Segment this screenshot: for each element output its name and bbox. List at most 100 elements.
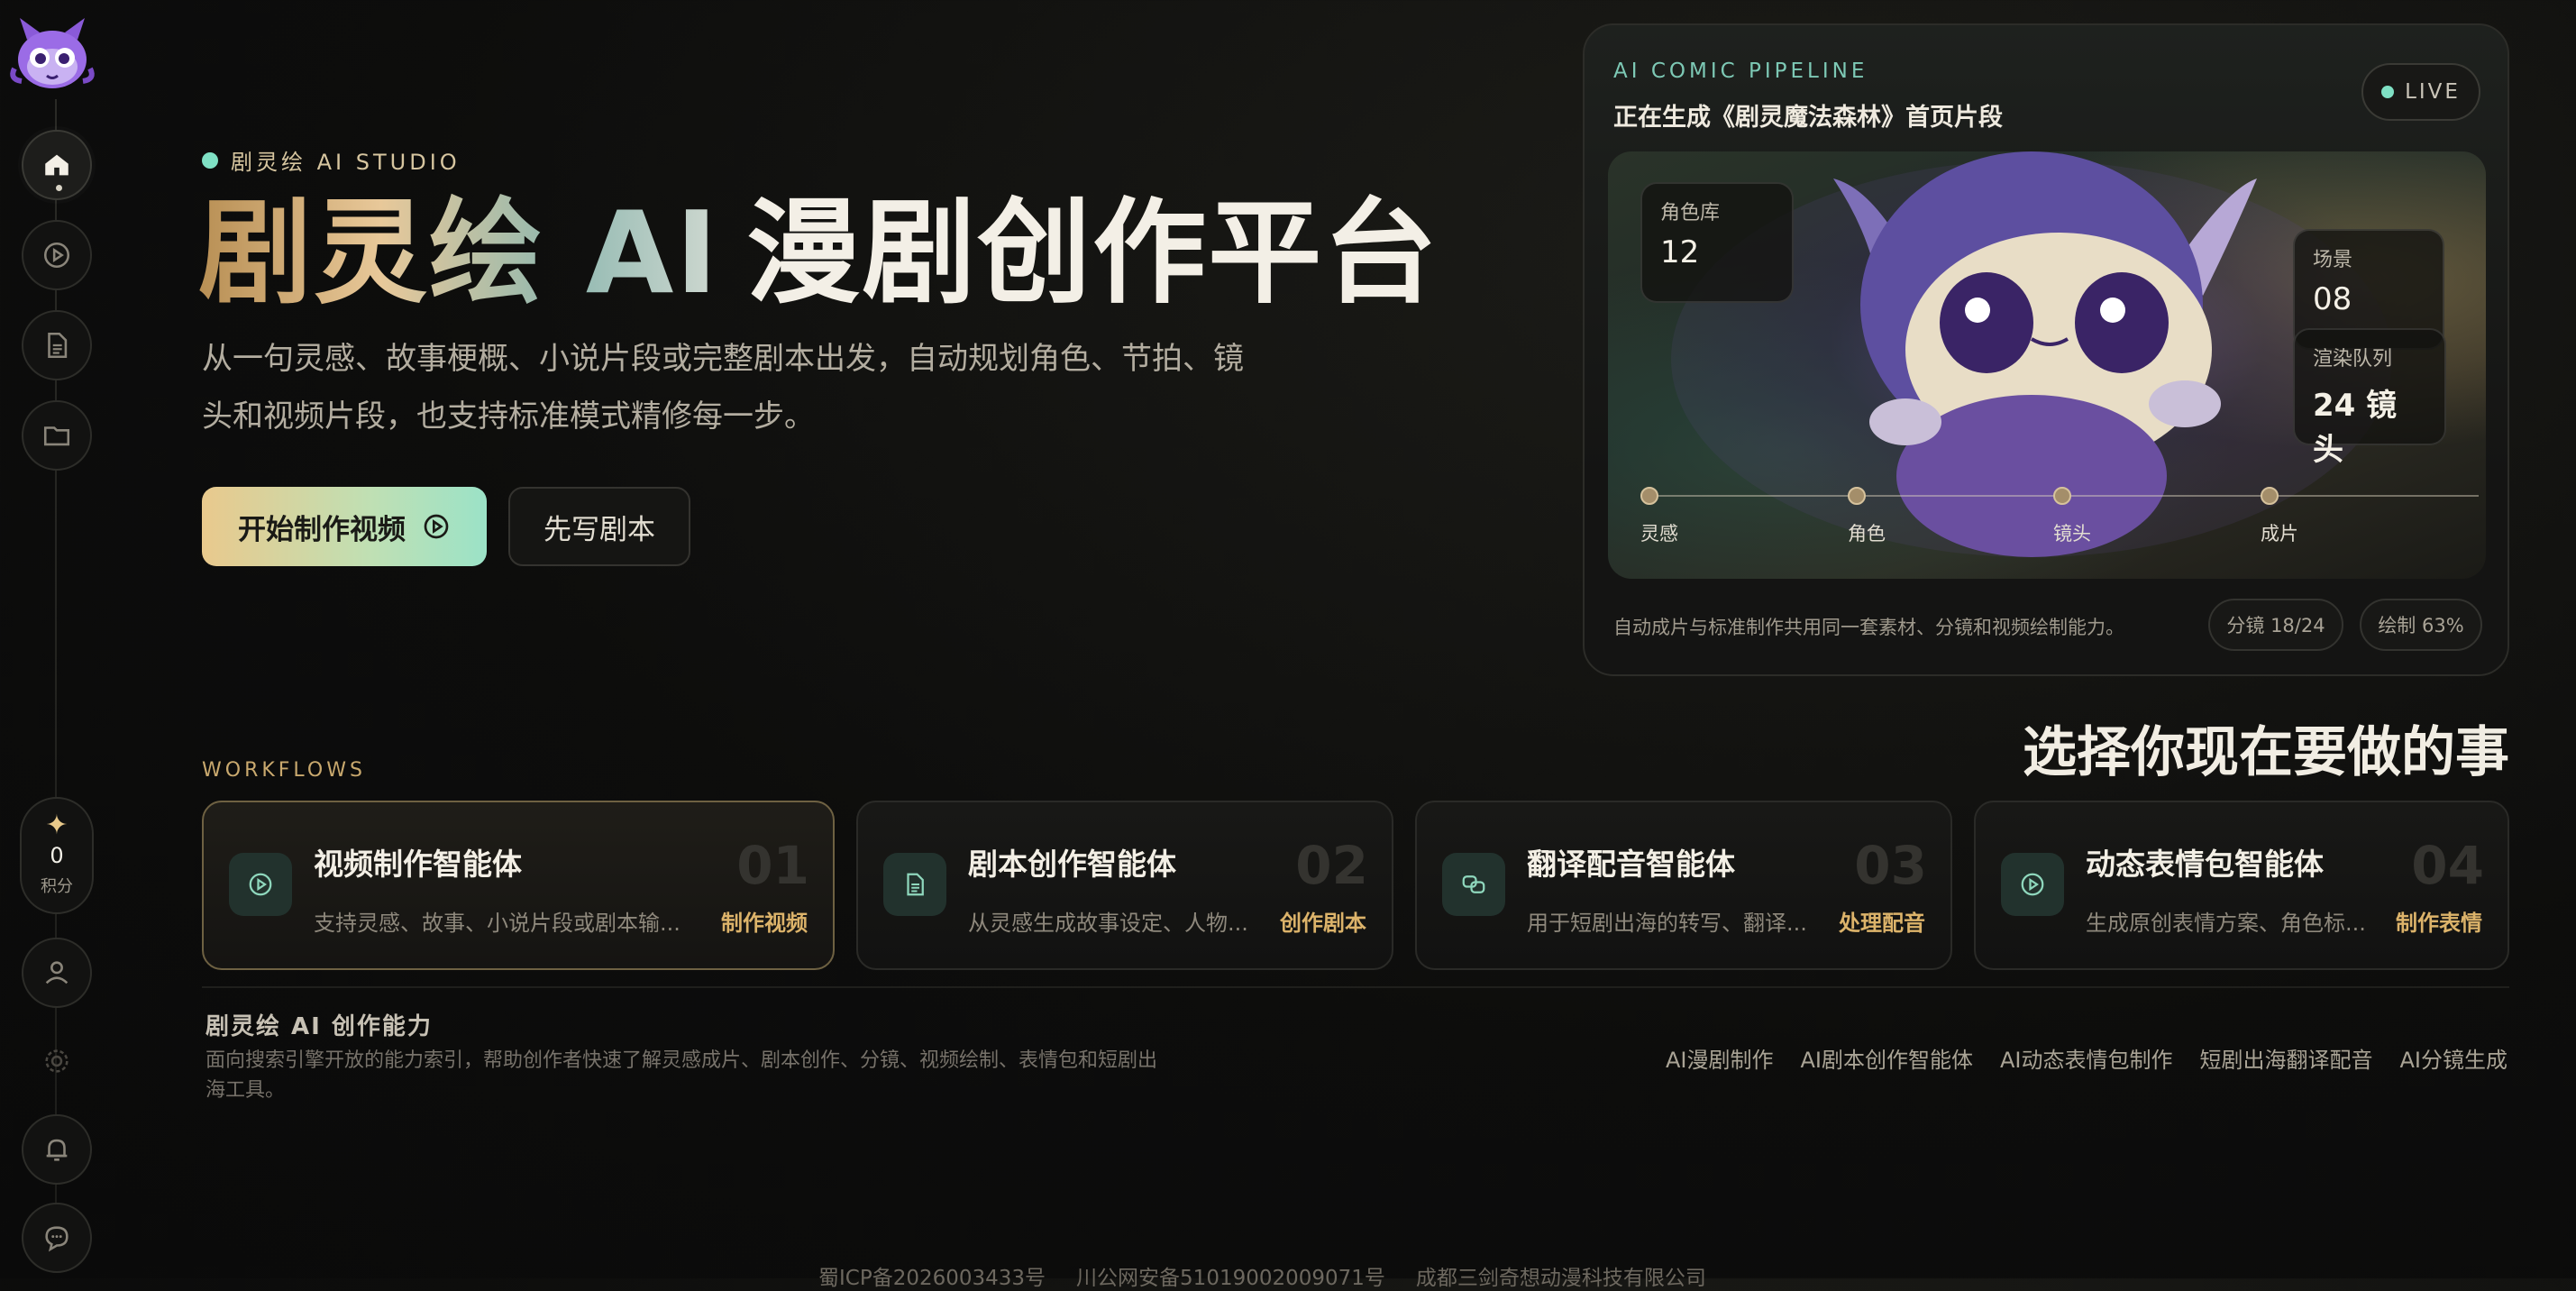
- card-action[interactable]: 制作表情: [2396, 905, 2482, 937]
- messages-button[interactable]: [22, 1203, 92, 1273]
- home-icon: [45, 154, 69, 176]
- section-divider: [202, 986, 2509, 988]
- step-label: 镜头: [2053, 523, 2091, 545]
- document-icon: [48, 332, 68, 359]
- active-indicator: [56, 185, 62, 191]
- live-badge: LIVE: [2361, 63, 2480, 121]
- capability-link[interactable]: AI动态表情包制作: [2000, 1042, 2173, 1074]
- render-queue-stat: 渲染队列 24 镜头: [2293, 328, 2446, 468]
- studio-tag-label: 剧灵绘 AI STUDIO: [231, 150, 461, 175]
- footer-legal: 蜀ICP备2026003433号 川公网安备51019002009071号 成都…: [818, 1260, 1706, 1291]
- card-action[interactable]: 创作剧本: [1280, 905, 1366, 937]
- translate-icon: [1462, 875, 1485, 893]
- preview-scene: 角色库 12 场景 08 渲染队列 24 镜头 灵感 角色 镜头 成片: [1608, 151, 2486, 579]
- folder-icon: [43, 426, 70, 446]
- step-label: 灵感: [1640, 523, 1678, 545]
- police-record-link[interactable]: 川公网安备51019002009071号: [1076, 1260, 1385, 1291]
- stat-label: 渲染队列: [2313, 348, 2393, 371]
- card-action[interactable]: 处理配音: [1839, 905, 1925, 937]
- stat-value: 12: [1660, 234, 1700, 270]
- play-circle-icon: [424, 514, 449, 539]
- profile-button[interactable]: [22, 938, 92, 1008]
- pipeline-panel: AI COMIC PIPELINE 正在生成《剧灵魔法森林》首页片段 LIVE …: [1583, 23, 2509, 676]
- play-circle-icon: [2021, 873, 2044, 896]
- icp-link[interactable]: 蜀ICP备2026003433号: [818, 1260, 1046, 1291]
- page-title-brand: 剧灵绘 AI: [198, 187, 720, 319]
- hero-description: 从一句灵感、故事梗概、小说片段或完整剧本出发，自动规划角色、节拍、镜头和视频片段…: [202, 341, 1244, 435]
- step-label: 成片: [2261, 523, 2298, 545]
- capability-link[interactable]: AI剧本创作智能体: [1801, 1042, 1974, 1074]
- nav-play-button[interactable]: [22, 220, 92, 290]
- card-icon: [883, 853, 946, 916]
- points-counter[interactable]: ✦ 0 积分: [20, 797, 94, 914]
- capability-links: AI漫剧制作 AI剧本创作智能体 AI动态表情包制作 短剧出海翻译配音 AI分镜…: [1666, 1042, 2507, 1074]
- capability-link[interactable]: 短剧出海翻译配音: [2200, 1042, 2373, 1074]
- card-description: 用于短剧出海的转写、翻译...: [1527, 911, 1807, 936]
- step-final: 成片: [2261, 487, 2298, 546]
- bell-icon: [46, 1139, 68, 1161]
- workflows-kicker: WORKFLOWS: [202, 759, 366, 782]
- points-value: 0: [50, 843, 64, 868]
- document-icon: [907, 873, 924, 896]
- step-node: [2053, 487, 2071, 505]
- card-icon: [229, 853, 292, 916]
- storyboard-progress-chip: 分镜 18/24: [2208, 599, 2343, 651]
- mascot-logo[interactable]: [7, 13, 97, 103]
- play-circle-icon: [249, 873, 272, 896]
- start-video-label: 开始制作视频: [238, 513, 406, 546]
- step-node: [1640, 487, 1658, 505]
- studio-tag: 剧灵绘 AI STUDIO: [202, 144, 461, 176]
- workflow-card-dubbing[interactable]: 翻译配音智能体 03 用于短剧出海的转写、翻译... 处理配音: [1415, 801, 1952, 970]
- workflow-card-script[interactable]: 剧本创作智能体 02 从灵感生成故事设定、人物... 创作剧本: [856, 801, 1393, 970]
- points-label: 积分: [41, 877, 73, 896]
- pipeline-kicker: AI COMIC PIPELINE: [1613, 60, 1868, 83]
- card-icon: [1442, 853, 1505, 916]
- card-description: 从灵感生成故事设定、人物...: [968, 911, 1248, 936]
- workflow-card-video[interactable]: 视频制作智能体 01 支持灵感、故事、小说片段或剧本输... 制作视频: [202, 801, 835, 970]
- card-title: 视频制作智能体: [314, 847, 522, 882]
- user-icon: [45, 961, 69, 984]
- notifications-button[interactable]: [22, 1114, 92, 1185]
- step-node: [1848, 487, 1866, 505]
- settings-button[interactable]: [22, 1026, 92, 1096]
- character-library-stat: 角色库 12: [1640, 182, 1794, 303]
- play-circle-icon: [43, 242, 70, 269]
- stat-label: 角色库: [1660, 202, 1721, 224]
- chat-icon: [45, 1226, 69, 1252]
- page-title-main: 漫剧创作平台: [746, 187, 1439, 319]
- pipeline-footer: 自动成片与标准制作共用同一套素材、分镜和视频绘制能力。: [1613, 617, 2124, 638]
- capabilities-description: 面向搜索引擎开放的能力索引，帮助创作者快速了解灵感成片、剧本创作、分镜、视频绘制…: [206, 1049, 1158, 1102]
- step-node: [2261, 487, 2279, 505]
- card-icon: [2001, 853, 2064, 916]
- pipeline-title: 正在生成《剧灵魔法森林》首页片段: [1613, 104, 2003, 132]
- company-name: 成都三剑奇想动漫科技有限公司: [1415, 1267, 1706, 1290]
- capability-link[interactable]: AI分镜生成: [2400, 1042, 2508, 1074]
- gear-icon: [45, 1049, 69, 1073]
- card-number: 01: [736, 835, 809, 896]
- start-video-button[interactable]: 开始制作视频: [202, 487, 487, 566]
- status-dot: [202, 151, 218, 169]
- workflow-card-sticker[interactable]: 动态表情包智能体 04 生成原创表情方案、角色标... 制作表情: [1974, 801, 2509, 970]
- stat-value: 24 镜头: [2313, 388, 2398, 468]
- card-title: 动态表情包智能体: [2086, 847, 2324, 882]
- nav-home-button[interactable]: [22, 130, 92, 200]
- live-dot: [2381, 86, 2395, 98]
- nav-documents-button[interactable]: [22, 310, 92, 380]
- nav-folder-button[interactable]: [22, 400, 92, 471]
- write-script-button[interactable]: 先写剧本: [508, 487, 690, 566]
- step-shots: 镜头: [2053, 487, 2091, 546]
- sidebar: ✦ 0 积分: [0, 0, 108, 1278]
- card-description: 支持灵感、故事、小说片段或剧本输...: [314, 911, 681, 936]
- stat-value: 08: [2313, 281, 2352, 317]
- page-title: 剧灵绘 AI 漫剧创作平台: [198, 186, 1439, 321]
- capability-link[interactable]: AI漫剧制作: [1666, 1042, 1774, 1074]
- step-label: 角色: [1848, 523, 1886, 545]
- live-label: LIVE: [2405, 80, 2461, 104]
- card-action[interactable]: 制作视频: [721, 905, 808, 937]
- stat-label: 场景: [2313, 249, 2353, 271]
- capabilities-title: 剧灵绘 AI 创作能力: [206, 1013, 433, 1040]
- sparkle-icon: ✦: [45, 810, 69, 841]
- step-inspiration: 灵感: [1640, 487, 1678, 546]
- card-title: 剧本创作智能体: [968, 847, 1176, 882]
- card-title: 翻译配音智能体: [1527, 847, 1735, 882]
